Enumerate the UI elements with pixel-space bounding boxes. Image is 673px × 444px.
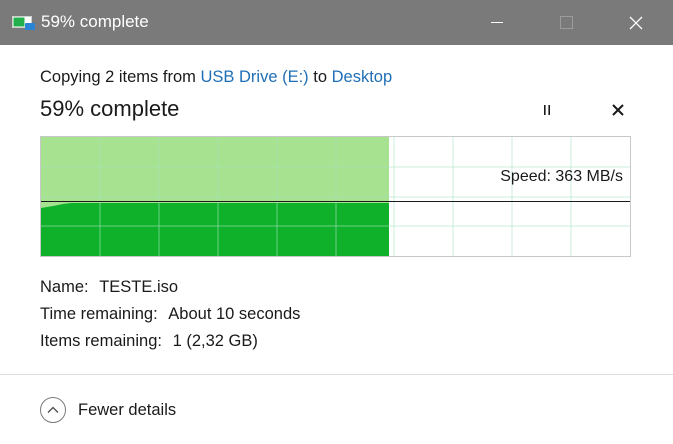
copy-prefix: Copying 2 items from: [40, 68, 196, 86]
time-remaining-row: Time remaining: About 10 seconds: [40, 303, 300, 325]
cancel-button[interactable]: [605, 97, 631, 123]
window-title: 59% complete: [41, 12, 149, 31]
fewer-details-button[interactable]: Fewer details: [40, 396, 176, 424]
copy-progress-icon: [12, 16, 36, 32]
transfer-speed-graph: Speed: 363 MB/s: [40, 136, 631, 257]
copy-summary: Copying 2 items from USB Drive (E:) to D…: [40, 66, 392, 88]
minimize-button[interactable]: [474, 0, 520, 45]
items-remaining-value: 1 (2,32 GB): [172, 332, 258, 350]
items-remaining-label: Items remaining:: [40, 332, 162, 350]
destination-link[interactable]: Desktop: [332, 68, 393, 86]
maximize-icon: [559, 16, 573, 29]
time-remaining-label: Time remaining:: [40, 305, 158, 323]
to-word: to: [313, 68, 328, 86]
footer-divider: [0, 374, 673, 375]
file-name-row: Name: TESTE.iso: [40, 276, 178, 298]
pause-icon: [544, 105, 550, 115]
title-bar: 59% complete: [0, 0, 673, 45]
maximize-button[interactable]: [543, 0, 589, 45]
file-name-value: TESTE.iso: [99, 278, 179, 296]
items-remaining-row: Items remaining: 1 (2,32 GB): [40, 330, 258, 352]
minimize-icon: [491, 21, 503, 23]
pause-button[interactable]: [534, 97, 560, 123]
progress-title: 59% complete: [40, 96, 180, 121]
cancel-icon: [612, 104, 624, 116]
close-window-button[interactable]: [613, 0, 659, 45]
speed-graph-canvas: [41, 137, 630, 256]
close-icon: [629, 16, 643, 29]
source-link[interactable]: USB Drive (E:): [200, 68, 308, 86]
speed-history-area: [41, 203, 389, 256]
file-name-label: Name:: [40, 278, 89, 296]
chevron-up-icon: [40, 397, 66, 423]
time-remaining-value: About 10 seconds: [168, 305, 301, 323]
fewer-details-label: Fewer details: [78, 401, 177, 419]
speed-label: Speed: 363 MB/s: [500, 168, 623, 185]
